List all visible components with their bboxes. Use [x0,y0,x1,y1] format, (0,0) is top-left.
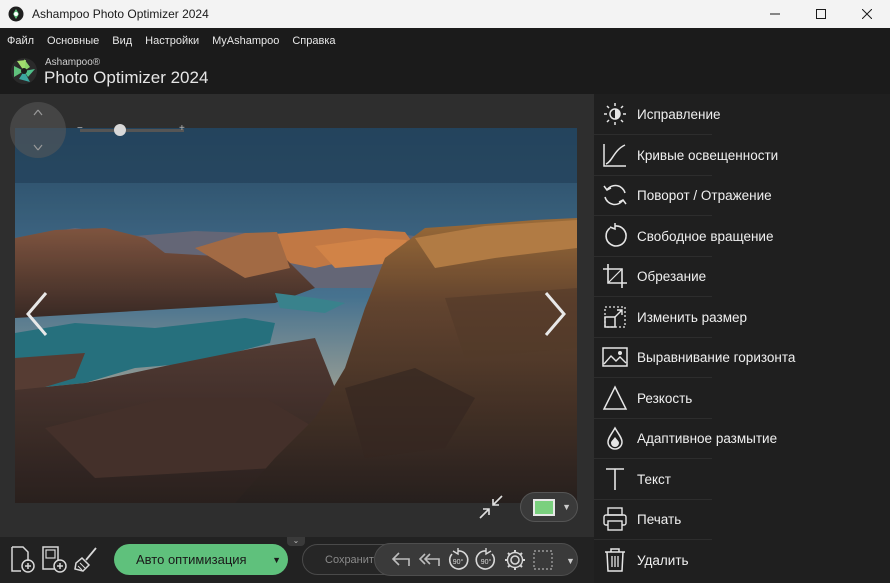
logo-brand: Ashampoo® [45,57,101,68]
tool-sharpen[interactable]: Резкость [594,378,890,418]
tool-free-rotate[interactable]: Свободное вращение [594,216,890,256]
zoom-in-label[interactable]: + [179,123,185,134]
collapse-panel-button[interactable]: ⌄ [287,537,305,546]
chevron-left-icon[interactable] [22,289,52,339]
rotate-left-label: 90° [453,558,464,566]
free-rotate-icon [605,223,627,247]
menu-help[interactable]: Справка [292,35,335,47]
tool-crop[interactable]: Обрезание [594,256,890,296]
logo-product-name: Photo Optimizer 2024 [44,68,209,87]
bottom-toolbar: ⌄ Авто оптимизация ▼ Сохранить 90° 90° ▼ [0,537,594,583]
tool-label: Печать [637,511,682,527]
menu-settings[interactable]: Настройки [145,35,199,47]
app-logo-icon [8,6,24,22]
tool-label: Поворот / Отражение [637,187,772,203]
zoom-slider[interactable] [80,129,184,132]
menu-bar: Файл Основные Вид Настройки MyAshampoo С… [0,28,890,54]
close-icon [862,9,872,19]
view-mode-toggle[interactable]: ▼ [520,492,578,522]
rotate-right-label: 90° [481,558,492,566]
tool-label: Обрезание [637,268,707,284]
add-file-icon[interactable] [8,545,36,573]
zoom-out-label[interactable]: − [77,123,83,134]
tool-label: Резкость [637,390,693,406]
tool-horizon[interactable]: Выравнивание горизонта [594,337,890,377]
tool-label: Исправление [637,106,721,122]
maximize-icon [816,9,826,19]
tool-label: Выравнивание горизонта [637,349,796,365]
tool-label: Текст [637,471,671,487]
window-title: Ashampoo Photo Optimizer 2024 [32,7,209,21]
tool-delete[interactable]: Удалить [594,540,890,580]
trash-icon [605,548,625,572]
add-folder-icon[interactable] [40,545,68,573]
app-header: Ashampoo® Photo Optimizer 2024 [0,54,890,94]
sharpen-triangle-icon [602,385,628,410]
pan-arrows-icon [33,109,43,151]
close-button[interactable] [844,0,890,28]
settings-gear-icon[interactable] [503,548,527,572]
auto-optimize-label: Авто оптимизация [136,552,247,567]
tools-panel: Исправление Кривые освещенности Поворот … [594,94,890,583]
resize-icon [604,306,626,328]
menu-myashampoo[interactable]: MyAshampoo [212,35,279,47]
chevron-down-icon: ▼ [562,502,571,512]
rotate-left-90-icon[interactable]: 90° [446,548,470,572]
minimize-button[interactable] [752,0,798,28]
tool-label: Кривые освещенности [637,147,779,163]
tool-correction[interactable]: Исправление [594,94,890,134]
tool-resize[interactable]: Изменить размер [594,297,890,337]
fit-to-window-icon[interactable] [478,494,504,520]
minimize-icon [770,13,780,15]
clean-brush-icon[interactable] [72,545,100,573]
pan-navigator[interactable] [10,102,66,158]
text-icon [606,468,624,490]
rotate-flip-icon [603,184,627,206]
maximize-button[interactable] [798,0,844,28]
zoom-slider-thumb[interactable] [113,124,126,136]
curves-icon [603,144,626,167]
crop-icon [603,264,627,288]
edit-tools-group: 90° 90° [374,543,578,576]
select-all-icon[interactable] [531,548,555,572]
rotate-right-90-icon[interactable]: 90° [474,548,498,572]
tool-adaptive-blur[interactable]: Адаптивное размытие [594,418,890,458]
tool-label: Адаптивное размытие [637,430,778,446]
aperture-logo-icon [11,58,37,84]
single-view-icon [533,499,555,516]
tool-label: Удалить [637,552,689,568]
tool-rotate-flip[interactable]: Поворот / Отражение [594,175,890,215]
tool-print[interactable]: Печать [594,499,890,539]
save-label: Сохранить [325,554,380,566]
chevron-down-icon[interactable]: ▼ [566,556,575,566]
sun-adjust-icon [604,103,626,125]
horizon-icon [602,347,628,367]
chevron-right-icon[interactable] [540,289,570,339]
menu-file[interactable]: Файл [7,35,34,47]
menu-view[interactable]: Вид [112,35,132,47]
tool-label: Свободное вращение [637,228,774,244]
blur-drop-icon [607,426,623,450]
tool-curves[interactable]: Кривые освещенности [594,135,890,175]
chevron-down-icon[interactable]: ▼ [272,555,281,565]
title-bar: Ashampoo Photo Optimizer 2024 [0,0,890,28]
tool-text[interactable]: Текст [594,459,890,499]
auto-optimize-button[interactable]: Авто оптимизация ▼ [114,544,288,575]
undo-icon[interactable] [389,548,413,572]
tool-label: Изменить размер [637,309,747,325]
undo-all-icon[interactable] [417,548,441,572]
print-icon [603,507,627,531]
photo-canvas [15,128,577,503]
image-viewer[interactable]: − + ▼ [0,94,594,546]
menu-main[interactable]: Основные [47,35,99,47]
